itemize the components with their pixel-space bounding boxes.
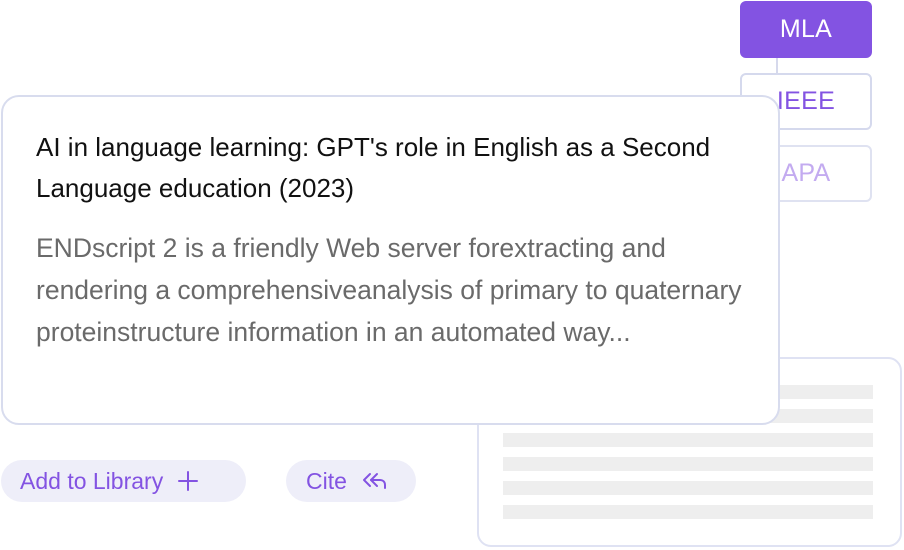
- document-line: [503, 457, 873, 471]
- style-tab-mla[interactable]: MLA: [740, 1, 872, 58]
- plus-icon: [177, 470, 199, 492]
- paper-title: AI in language learning: GPT's role in E…: [36, 132, 711, 203]
- citation-widget: MLA IEEE APA AI in language learning: GP…: [0, 0, 904, 550]
- double-reply-icon: [361, 470, 387, 492]
- paper-card: AI in language learning: GPT's role in E…: [1, 95, 780, 425]
- paper-abstract: ENDscript 2 is a friendly Web server for…: [36, 233, 742, 347]
- document-line: [503, 433, 873, 447]
- add-to-library-button[interactable]: Add to Library: [1, 460, 246, 502]
- cite-button[interactable]: Cite: [286, 460, 416, 502]
- cite-label: Cite: [306, 467, 347, 494]
- document-line: [503, 481, 873, 495]
- document-line: [503, 505, 873, 519]
- add-to-library-label: Add to Library: [20, 467, 164, 494]
